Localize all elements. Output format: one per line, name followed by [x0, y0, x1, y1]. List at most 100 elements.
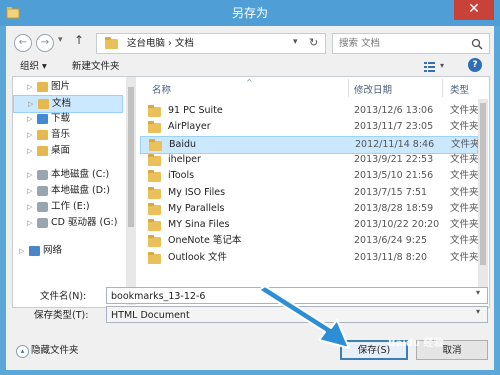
column-header-date[interactable]: 修改日期 [354, 85, 392, 97]
file-list-scrollbar[interactable] [478, 99, 488, 293]
file-date: 2013/7/15 7:51 [354, 186, 428, 198]
recent-dropdown-icon[interactable]: ▾ [58, 35, 63, 45]
expand-arrow-icon[interactable]: ▷ [27, 111, 32, 127]
column-divider[interactable] [442, 79, 443, 97]
address-path: 这台电脑 › 文档 [127, 38, 194, 49]
file-date: 2013/10/22 20:20 [354, 219, 440, 231]
filename-dropdown-icon[interactable]: ▾ [476, 288, 480, 297]
file-type: 文件夹 [450, 170, 479, 182]
browser-pane: ▷ 图片 ▷ 文档 ▷ 下载 ▷ 音乐 ▷ 桌面 ▷ 本地磁盘 (C:) ▷ 本地磁盘 (D:) ▷ 工作 (… [12, 76, 490, 308]
sidebar-item[interactable]: ▷ 桌面 [13, 143, 121, 159]
network-icon [29, 246, 40, 256]
expand-arrow-icon[interactable]: ▷ [19, 243, 24, 259]
sidebar-item[interactable]: ▷ CD 驱动器 (G:) [13, 215, 121, 231]
new-folder-button[interactable]: 新建文件夹 [72, 60, 120, 74]
file-date: 2013/11/8 8:20 [354, 251, 428, 263]
sidebar-item[interactable]: ▷ 下载 [13, 111, 121, 127]
collapse-icon[interactable]: ▴ [16, 345, 29, 358]
expand-arrow-icon[interactable]: ▷ [27, 199, 32, 215]
sidebar-item[interactable]: ▷ 工作 (E:) [13, 199, 121, 215]
column-divider[interactable] [348, 79, 349, 97]
folder-icon [148, 219, 161, 232]
folder-icon [148, 105, 161, 117]
sidebar-item-label: 图片 [51, 81, 71, 92]
sidebar-item[interactable]: ▷ 本地磁盘 (D:) [13, 183, 121, 199]
expand-arrow-icon[interactable]: ▷ [27, 183, 32, 199]
file-type: 文件夹 [451, 138, 480, 150]
folder-icon [148, 153, 161, 166]
file-list: 名称 ^ 修改日期 类型 91 PC Suite 2013/12/6 13:06 文… [138, 77, 488, 305]
sort-up-icon: ^ [246, 78, 253, 87]
expand-arrow-icon[interactable]: ▷ [28, 96, 33, 112]
organize-menu[interactable]: 组织 ▾ [20, 60, 47, 74]
folder-icon [148, 121, 161, 134]
expand-arrow-icon[interactable]: ▷ [27, 143, 32, 159]
sidebar-item-label: 文档 [52, 98, 72, 109]
sidebar-item[interactable]: ▷ 网络 [13, 243, 121, 259]
file-name: Outlook 文件 [168, 251, 228, 263]
file-list-scroll-thumb[interactable] [480, 103, 486, 265]
sidebar-scroll-thumb[interactable] [128, 87, 134, 227]
up-button[interactable]: ↑ [74, 33, 84, 47]
file-name: OneNote 笔记本 [168, 235, 242, 247]
file-date: 2013/11/7 23:05 [354, 121, 434, 133]
close-button[interactable]: ✕ [454, 0, 494, 20]
expand-arrow-icon[interactable]: ▷ [27, 215, 32, 231]
drive-icon [37, 202, 48, 212]
search-box[interactable]: 搜索 文档 [332, 33, 490, 54]
file-name: iTools [168, 170, 195, 182]
file-name: MY Sina Files [168, 219, 230, 231]
expand-arrow-icon[interactable]: ▷ [27, 79, 32, 95]
address-bar[interactable]: 这台电脑 › 文档 ▾ ↻ [96, 33, 326, 54]
downloads-icon [37, 114, 48, 124]
table-row[interactable]: Baidu 2012/11/14 8:46 文件夹 [140, 135, 480, 154]
sidebar-item-label: 本地磁盘 (D:) [51, 185, 110, 196]
expand-arrow-icon[interactable]: ▷ [27, 167, 32, 183]
table-row[interactable]: ihelper 2013/9/21 22:53 文件夹 [140, 152, 479, 168]
refresh-icon[interactable]: ↻ [309, 36, 318, 49]
file-name: My ISO Files [168, 186, 226, 198]
table-row[interactable]: iTools 2013/5/10 21:56 文件夹 [140, 168, 479, 184]
filetype-dropdown-icon[interactable]: ▾ [476, 307, 480, 316]
sidebar-item[interactable]: ▷ 音乐 [13, 127, 121, 143]
back-button[interactable]: ← [14, 34, 32, 52]
pictures-icon [37, 82, 48, 92]
file-type: 文件夹 [450, 105, 479, 116]
forward-button[interactable]: → [36, 34, 54, 52]
sidebar-scrollbar[interactable] [126, 77, 136, 305]
table-row[interactable]: Outlook 文件 2013/11/8 8:20 文件夹 [140, 250, 479, 266]
view-dropdown-icon[interactable]: ▾ [440, 61, 444, 70]
sidebar-item[interactable]: ▷ 图片 [13, 79, 121, 95]
file-type: 文件夹 [450, 202, 479, 214]
window-title: 另存为 [231, 6, 268, 20]
folder-icon [148, 202, 161, 215]
table-row[interactable]: 91 PC Suite 2013/12/6 13:06 文件夹 [140, 103, 479, 119]
filename-label: 文件名(N): [40, 291, 87, 302]
file-name: ihelper [168, 153, 201, 165]
sidebar-item[interactable]: ▷ 本地磁盘 (C:) [13, 167, 121, 183]
table-row[interactable]: AirPlayer 2013/11/7 23:05 文件夹 [140, 119, 479, 135]
file-name: AirPlayer [168, 121, 211, 133]
table-row[interactable]: MY Sina Files 2013/10/22 20:20 文件夹 [140, 217, 479, 233]
hide-folders-toggle[interactable]: 隐藏文件夹 [31, 344, 79, 358]
address-chevron-icon[interactable]: ▾ [293, 37, 298, 47]
column-header-name[interactable]: 名称 [152, 85, 171, 97]
sidebar-item-label: 音乐 [51, 129, 71, 140]
folder-icon [148, 170, 161, 183]
help-icon[interactable]: ? [468, 58, 482, 72]
search-placeholder: 搜索 文档 [339, 38, 381, 49]
sidebar-item-label: CD 驱动器 (G:) [51, 217, 118, 228]
file-type: 文件夹 [450, 153, 479, 165]
table-row[interactable]: My ISO Files 2013/7/15 7:51 文件夹 [140, 185, 479, 201]
sidebar-item-label: 网络 [43, 245, 63, 256]
file-date: 2013/12/6 13:06 [354, 105, 434, 116]
table-row[interactable]: My Parallels 2013/8/28 18:59 文件夹 [140, 201, 479, 217]
expand-arrow-icon[interactable]: ▷ [27, 127, 32, 143]
file-name: Baidu [169, 138, 197, 150]
column-header-type[interactable]: 类型 [450, 85, 469, 97]
search-icon[interactable] [471, 38, 483, 50]
folder-icon [149, 138, 162, 151]
table-row[interactable]: OneNote 笔记本 2013/6/24 9:25 文件夹 [140, 233, 479, 249]
file-name: My Parallels [168, 202, 225, 214]
view-options-icon[interactable] [424, 61, 438, 73]
